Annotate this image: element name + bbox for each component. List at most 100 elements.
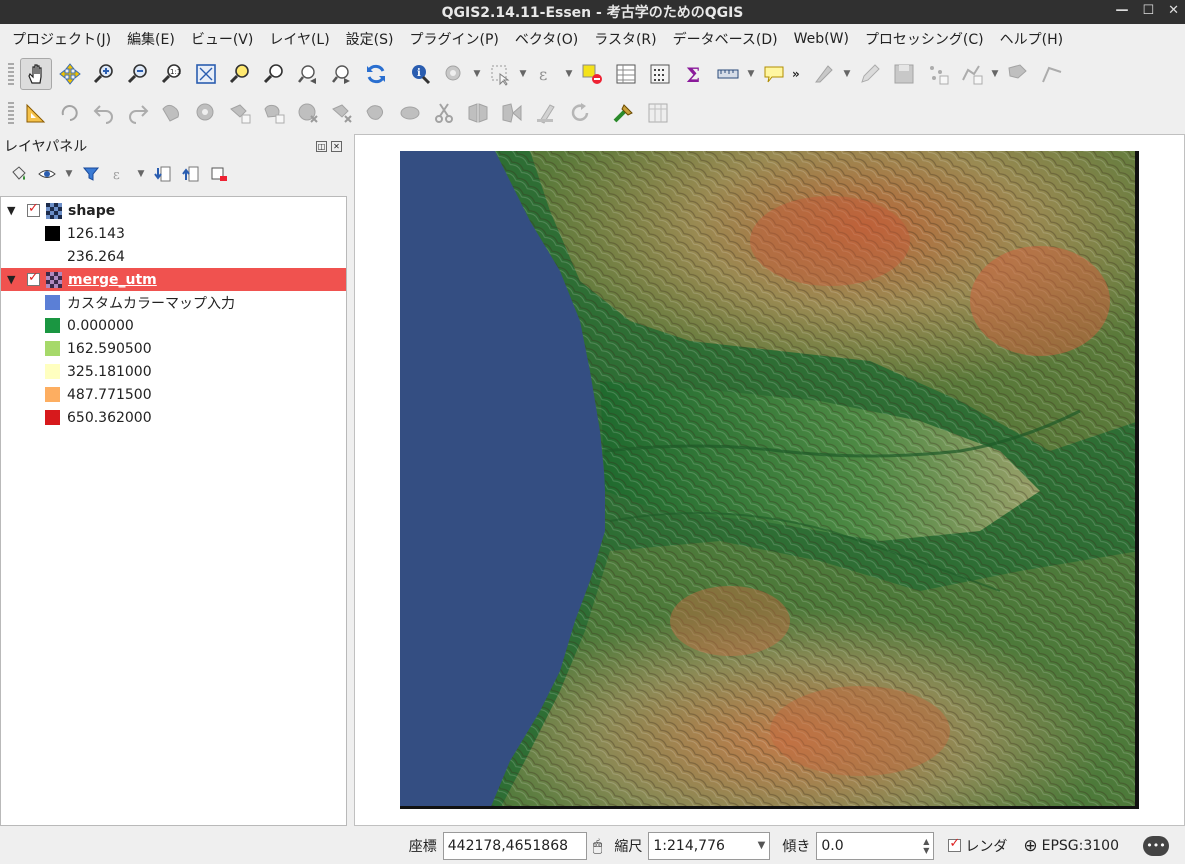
zoom-in-button[interactable] <box>88 58 120 90</box>
plugin-table-button[interactable] <box>642 97 674 129</box>
menu-project[interactable]: プロジェクト(J) <box>4 29 119 49</box>
visibility-dropdown-icon[interactable]: ▼ <box>64 169 74 179</box>
add-part-button[interactable] <box>224 97 256 129</box>
add-ring-button[interactable] <box>190 97 222 129</box>
expression-dropdown-icon[interactable]: ▼ <box>564 69 574 79</box>
offset-curve-button[interactable] <box>394 97 426 129</box>
redo-button[interactable] <box>122 97 154 129</box>
chevron-down-icon[interactable]: ▼ <box>758 840 766 851</box>
reshape-features-button[interactable] <box>360 97 392 129</box>
collapse-arrow-icon[interactable]: ▼ <box>7 273 23 286</box>
menu-database[interactable]: データベース(D) <box>665 29 786 49</box>
filter-legend-button[interactable] <box>80 163 102 185</box>
render-checkbox[interactable] <box>948 836 962 852</box>
identify-button[interactable]: i <box>404 58 436 90</box>
layer-styling-button[interactable] <box>8 163 30 185</box>
manage-visibility-button[interactable] <box>36 163 58 185</box>
add-point-button[interactable] <box>922 58 954 90</box>
deselect-features-button[interactable] <box>576 58 608 90</box>
map-canvas[interactable] <box>354 134 1185 826</box>
pan-tool-button[interactable] <box>20 58 52 90</box>
coordinate-toggle-icon[interactable]: 🖱 <box>593 836 603 856</box>
toggle-editing-button[interactable] <box>854 58 886 90</box>
menu-web[interactable]: Web(W) <box>786 31 857 47</box>
scale-combobox[interactable]: 1:214,776 ▼ <box>648 831 771 860</box>
zoom-to-selection-button[interactable] <box>224 58 256 90</box>
simplify-feature-button[interactable] <box>156 97 188 129</box>
expand-all-button[interactable] <box>152 163 174 185</box>
collapse-arrow-icon[interactable]: ▼ <box>7 204 23 217</box>
add-feature-dropdown-icon[interactable]: ▼ <box>990 69 1000 79</box>
move-feature-button[interactable] <box>1002 58 1034 90</box>
measure-line-button[interactable] <box>712 58 744 90</box>
layer-row-merge-utm[interactable]: ▼ merge_utm <box>1 268 346 291</box>
delete-part-button[interactable] <box>326 97 358 129</box>
menu-edit[interactable]: 編集(E) <box>119 29 183 49</box>
zoom-next-button[interactable] <box>326 58 358 90</box>
node-tool-button[interactable] <box>1036 58 1068 90</box>
menu-plugins[interactable]: プラグイン(P) <box>401 29 506 49</box>
zoom-full-button[interactable] <box>190 58 222 90</box>
rotate-point-symbols-button[interactable] <box>54 97 86 129</box>
field-calculator-button[interactable] <box>644 58 676 90</box>
save-edits-button[interactable] <box>888 58 920 90</box>
zoom-to-layer-button[interactable] <box>258 58 290 90</box>
close-button[interactable]: ✕ <box>1168 3 1179 18</box>
menu-help[interactable]: ヘルプ(H) <box>992 29 1071 49</box>
add-line-button[interactable] <box>956 58 988 90</box>
maximize-button[interactable]: ☐ <box>1142 3 1154 18</box>
layer-visibility-checkbox[interactable] <box>27 201 40 217</box>
panel-splitter[interactable] <box>349 134 353 826</box>
panel-float-button[interactable]: ◫ <box>316 140 327 152</box>
statistical-summary-button[interactable]: Σ <box>678 58 710 90</box>
remove-layer-button[interactable] <box>208 163 230 185</box>
merge-attributes-button[interactable] <box>530 97 562 129</box>
fill-ring-button[interactable] <box>258 97 290 129</box>
rotate-feature-button[interactable] <box>564 97 596 129</box>
cad-tools-button[interactable] <box>20 97 52 129</box>
open-attribute-table-button[interactable] <box>610 58 642 90</box>
layer-row-shape[interactable]: ▼ shape <box>1 199 346 222</box>
select-dropdown-icon[interactable]: ▼ <box>518 69 528 79</box>
filter-dropdown-icon[interactable]: ▼ <box>136 169 146 179</box>
pan-to-selection-button[interactable] <box>54 58 86 90</box>
render-toggle[interactable]: レンダ <box>948 836 1007 856</box>
collapse-all-button[interactable] <box>180 163 202 185</box>
rotation-spinbox[interactable]: 0.0 ▲ ▼ <box>816 831 935 860</box>
undo-button[interactable] <box>88 97 120 129</box>
menu-settings[interactable]: 設定(S) <box>338 29 402 49</box>
menu-layer[interactable]: レイヤ(L) <box>261 29 337 49</box>
panel-close-button[interactable]: ✕ <box>331 140 342 152</box>
filter-expression-button[interactable]: ε <box>108 163 130 185</box>
toolbar-grip[interactable] <box>8 63 14 85</box>
minimize-button[interactable]: — <box>1115 3 1128 18</box>
spin-arrows-icon[interactable]: ▲ ▼ <box>923 837 929 855</box>
merge-features-button[interactable] <box>496 97 528 129</box>
action-dropdown-icon[interactable]: ▼ <box>472 69 482 79</box>
text-annotation-button[interactable] <box>758 58 790 90</box>
split-features-button[interactable] <box>428 97 460 129</box>
zoom-native-button[interactable]: 1:1 <box>156 58 188 90</box>
toolbar-overflow-icon[interactable]: » <box>792 67 806 81</box>
action-button[interactable] <box>438 58 470 90</box>
zoom-out-button[interactable] <box>122 58 154 90</box>
dem-raster-map[interactable] <box>400 151 1139 809</box>
select-by-expression-button[interactable]: ε <box>530 58 562 90</box>
delete-ring-button[interactable] <box>292 97 324 129</box>
zoom-last-button[interactable] <box>292 58 324 90</box>
coordinate-field[interactable]: 442178,4651868 <box>442 831 587 860</box>
toolbar-grip[interactable] <box>8 102 14 124</box>
refresh-button[interactable] <box>360 58 392 90</box>
menu-raster[interactable]: ラスタ(R) <box>586 29 664 49</box>
digitize-dropdown-icon[interactable]: ▼ <box>842 69 852 79</box>
crs-status-button[interactable]: ⊕ EPSG:3100 <box>1023 836 1119 856</box>
split-parts-button[interactable] <box>462 97 494 129</box>
menu-vector[interactable]: ベクタ(O) <box>507 29 586 49</box>
layer-visibility-checkbox[interactable] <box>27 270 40 286</box>
menu-processing[interactable]: プロセッシング(C) <box>857 29 992 49</box>
messages-icon[interactable]: ••• <box>1143 835 1169 856</box>
menu-view[interactable]: ビュー(V) <box>183 29 262 49</box>
plugin-tool-button[interactable] <box>608 97 640 129</box>
digitize-button[interactable] <box>808 58 840 90</box>
select-features-button[interactable] <box>484 58 516 90</box>
